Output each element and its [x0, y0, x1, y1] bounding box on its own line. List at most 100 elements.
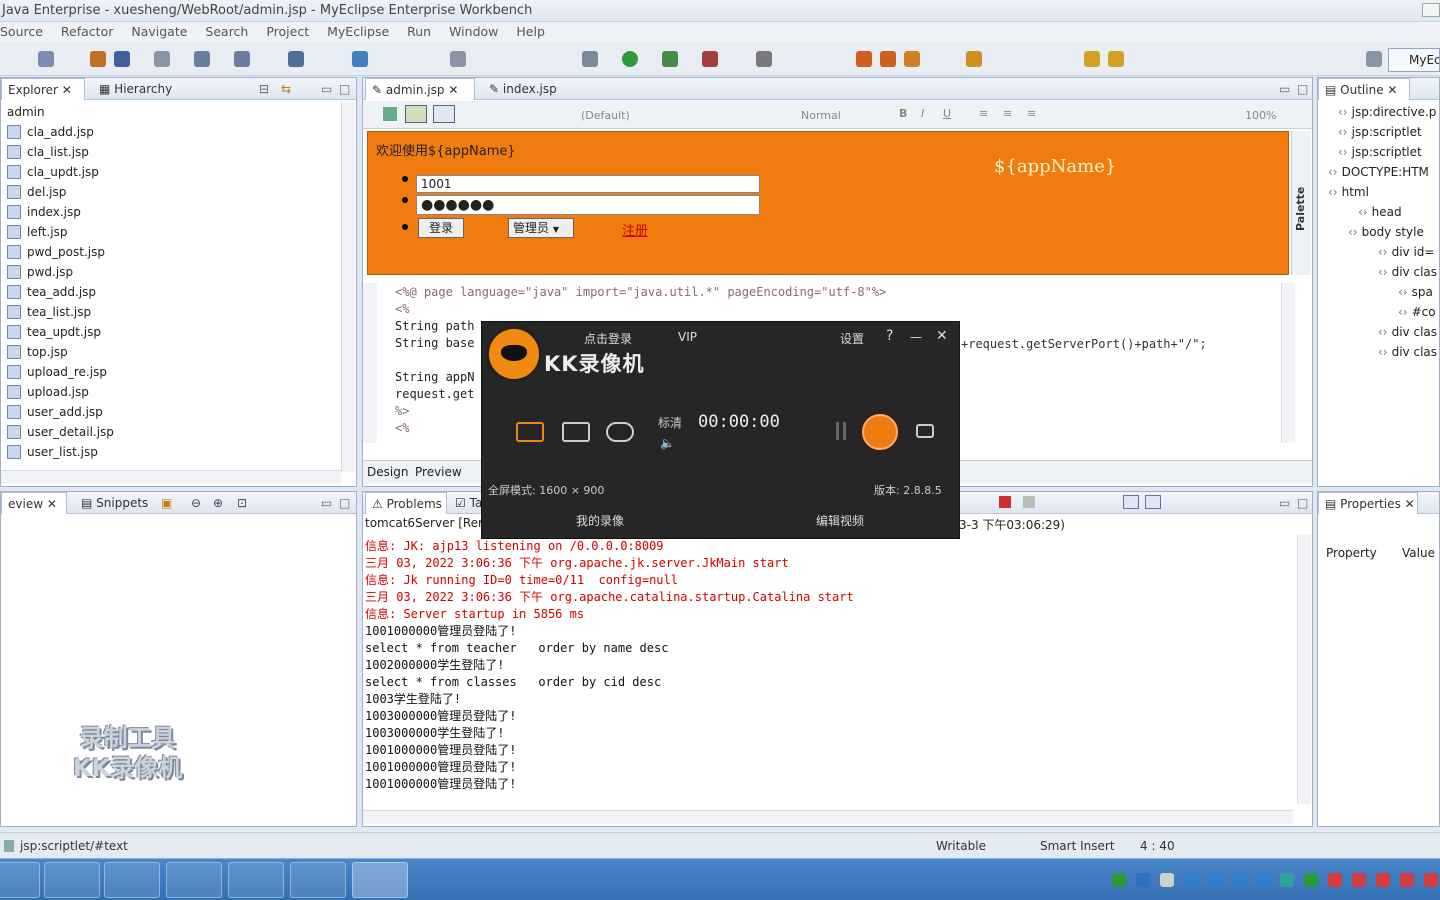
menu-help[interactable]: Help [516, 24, 545, 39]
tree-file-item[interactable]: user_detail.jsp [7, 422, 114, 442]
console-hscrollbar[interactable] [363, 810, 1293, 824]
tree-file-item[interactable]: tea_updt.jsp [7, 322, 101, 342]
close-icon[interactable]: ✕ [448, 83, 458, 97]
search-icon[interactable] [234, 51, 250, 67]
server-icon[interactable] [288, 51, 304, 67]
outline-item[interactable]: ‹› div clas [1378, 322, 1437, 342]
italic-icon[interactable]: I [921, 107, 924, 120]
close-icon[interactable]: ✕ [62, 83, 72, 97]
open-task-icon[interactable] [880, 51, 896, 67]
password-input[interactable]: ●●●●●● [416, 195, 760, 215]
zoom-select[interactable]: 100% [1245, 109, 1276, 122]
window-icon[interactable] [450, 51, 466, 67]
tray-icon[interactable] [1328, 873, 1342, 887]
tab-hierarchy[interactable]: ▦ Hierarchy [93, 78, 178, 100]
login-button[interactable]: 登录 [418, 218, 464, 238]
split-vertical-icon[interactable] [405, 105, 427, 123]
tray-icon[interactable] [1424, 873, 1438, 887]
print-icon[interactable] [154, 51, 170, 67]
register-link[interactable]: 注册 [622, 220, 648, 239]
outline-item[interactable]: ‹› head [1358, 202, 1402, 222]
open-resource-icon[interactable] [904, 51, 920, 67]
menu-refactor[interactable]: Refactor [61, 24, 113, 39]
open-perspective-icon[interactable] [1366, 51, 1382, 67]
taskbar-browser-icon[interactable] [290, 862, 346, 898]
pause-icon[interactable] [836, 422, 846, 440]
source-scrollbar[interactable] [1281, 283, 1295, 443]
fit-icon[interactable]: ⊡ [237, 492, 247, 514]
menu-project[interactable]: Project [266, 24, 309, 39]
close-icon[interactable]: ✕ [1387, 83, 1397, 97]
tab-problems[interactable]: ⚠ Problems [365, 492, 447, 514]
outline-item[interactable]: ‹› jsp:directive.p [1338, 102, 1436, 122]
edit-icon[interactable] [194, 51, 210, 67]
minimize-icon[interactable]: ▭ [1279, 492, 1290, 514]
align-left-icon[interactable]: ≡ [979, 107, 988, 120]
outline-item[interactable]: ‹› html [1328, 182, 1369, 202]
tab-design[interactable]: Design [367, 465, 408, 479]
taskbar-folder-icon[interactable] [228, 862, 284, 898]
menu-source[interactable]: Source [0, 24, 43, 39]
recorder-help-button[interactable]: ? [886, 328, 893, 344]
tray-icon[interactable] [1136, 873, 1150, 887]
window-minimize-button[interactable] [1422, 3, 1440, 17]
tree-file-item[interactable]: user_list.jsp [7, 442, 98, 462]
task-icon[interactable] [756, 51, 772, 67]
my-recordings-button[interactable]: 我的录像 [576, 512, 624, 529]
tree-file-item[interactable]: tea_list.jsp [7, 302, 91, 322]
refresh-icon[interactable] [383, 107, 397, 121]
menu-navigate[interactable]: Navigate [131, 24, 187, 39]
scroll-lock-icon[interactable] [1123, 495, 1139, 509]
style-select[interactable]: Normal [801, 109, 841, 122]
tree-file-item[interactable]: tea_add.jsp [7, 282, 96, 302]
align-center-icon[interactable]: ≡ [1003, 107, 1012, 120]
snippet-tool-icon[interactable]: ▣ [161, 492, 172, 514]
outline-item[interactable]: ‹› #co [1398, 302, 1436, 322]
split-horizontal-icon[interactable] [433, 105, 455, 123]
forward-icon[interactable] [1108, 51, 1124, 67]
tab-properties[interactable]: ▤ Properties ✕ [1318, 492, 1418, 514]
fullscreen-mode-icon[interactable] [516, 422, 544, 442]
menu-run[interactable]: Run [407, 24, 431, 39]
debug-icon[interactable] [582, 51, 598, 67]
tray-icon[interactable] [1184, 873, 1198, 887]
outline-item[interactable]: ‹› jsp:scriptlet [1338, 142, 1422, 162]
edit-video-button[interactable]: 编辑视频 [816, 512, 864, 529]
username-input[interactable]: 1001 [416, 175, 760, 193]
tab-admin-jsp[interactable]: ✎ admin.jsp ✕ [365, 78, 475, 100]
tree-file-item[interactable]: upload.jsp [7, 382, 89, 402]
minimize-icon[interactable]: ▭ [1279, 78, 1290, 100]
close-icon[interactable]: ✕ [47, 497, 57, 511]
recorder-minimize-button[interactable]: — [910, 330, 922, 344]
recorder-settings-button[interactable]: 设置 [840, 330, 864, 347]
outline-item[interactable]: ‹› div id= [1378, 242, 1434, 262]
role-select[interactable]: 管理员 ▼ [508, 218, 574, 238]
tree-file-item[interactable]: index.jsp [7, 202, 81, 222]
outline-item[interactable]: ‹› div clas [1378, 262, 1437, 282]
underline-icon[interactable]: U [943, 107, 951, 120]
screenshot-icon[interactable] [916, 424, 934, 438]
bold-icon[interactable]: B [899, 107, 907, 120]
tree-file-item[interactable]: left.jsp [7, 222, 67, 242]
console-scrollbar[interactable] [1297, 534, 1311, 804]
tray-icon[interactable] [1160, 873, 1174, 887]
design-canvas[interactable]: 欢迎使用${appName} ${appName} 1001 ●●●●●● 登录… [367, 131, 1289, 275]
outline-item[interactable]: ‹› div clas [1378, 342, 1437, 362]
menu-window[interactable]: Window [449, 24, 498, 39]
maximize-icon[interactable]: □ [1297, 492, 1308, 514]
tray-icon[interactable] [1400, 873, 1414, 887]
new-icon[interactable] [38, 51, 54, 67]
tab-preview[interactable]: Preview [415, 465, 462, 479]
tree-file-item[interactable]: pwd.jsp [7, 262, 73, 282]
tab-snippets[interactable]: ▤ Snippets [75, 492, 154, 514]
tray-icon[interactable] [1376, 873, 1390, 887]
quality-select[interactable]: 标清 [658, 414, 682, 431]
recorder-vip-link[interactable]: VIP [678, 330, 697, 344]
outline-item[interactable]: ‹› DOCTYPE:HTM [1328, 162, 1429, 182]
open-type-icon[interactable] [856, 51, 872, 67]
globe-icon[interactable] [352, 51, 368, 67]
zoom-out-icon[interactable]: ⊖ [191, 492, 201, 514]
tree-file-item[interactable]: upload_re.jsp [7, 362, 107, 382]
deploy-icon[interactable] [114, 51, 130, 67]
taskbar-search-icon[interactable] [104, 862, 160, 898]
